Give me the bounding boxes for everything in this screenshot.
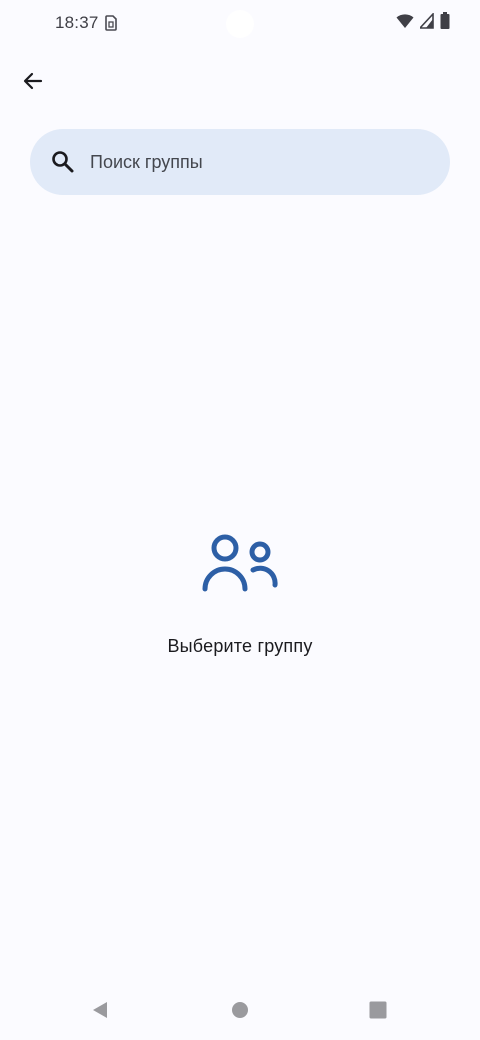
group-icon: [199, 526, 281, 596]
nav-back-button[interactable]: [86, 998, 114, 1026]
status-time: 18:37: [55, 13, 99, 32]
recents-square-icon: [369, 1001, 387, 1024]
system-nav-bar: [0, 984, 480, 1040]
signal-icon: [418, 11, 434, 34]
home-circle-icon: [231, 1001, 249, 1024]
search-icon: [50, 149, 76, 175]
battery-icon: [440, 12, 450, 34]
sim-card-icon: [104, 15, 118, 31]
nav-home-button[interactable]: [226, 998, 254, 1026]
camera-cutout: [226, 10, 254, 38]
arrow-back-icon: [21, 69, 45, 98]
screen: 18:37 Поиск группы Выберите группу: [0, 0, 480, 1040]
search-bar[interactable]: [30, 129, 450, 195]
empty-state-label: Выберите группу: [167, 636, 313, 656]
back-button[interactable]: [12, 62, 54, 104]
status-icons: [396, 11, 450, 34]
nav-recents-button[interactable]: [364, 998, 392, 1026]
search-input[interactable]: [90, 129, 430, 195]
empty-state: Выберите группу: [0, 520, 480, 670]
wifi-icon: [396, 13, 414, 34]
back-triangle-icon: [91, 1001, 109, 1024]
status-bar: 18:37: [0, 0, 480, 46]
